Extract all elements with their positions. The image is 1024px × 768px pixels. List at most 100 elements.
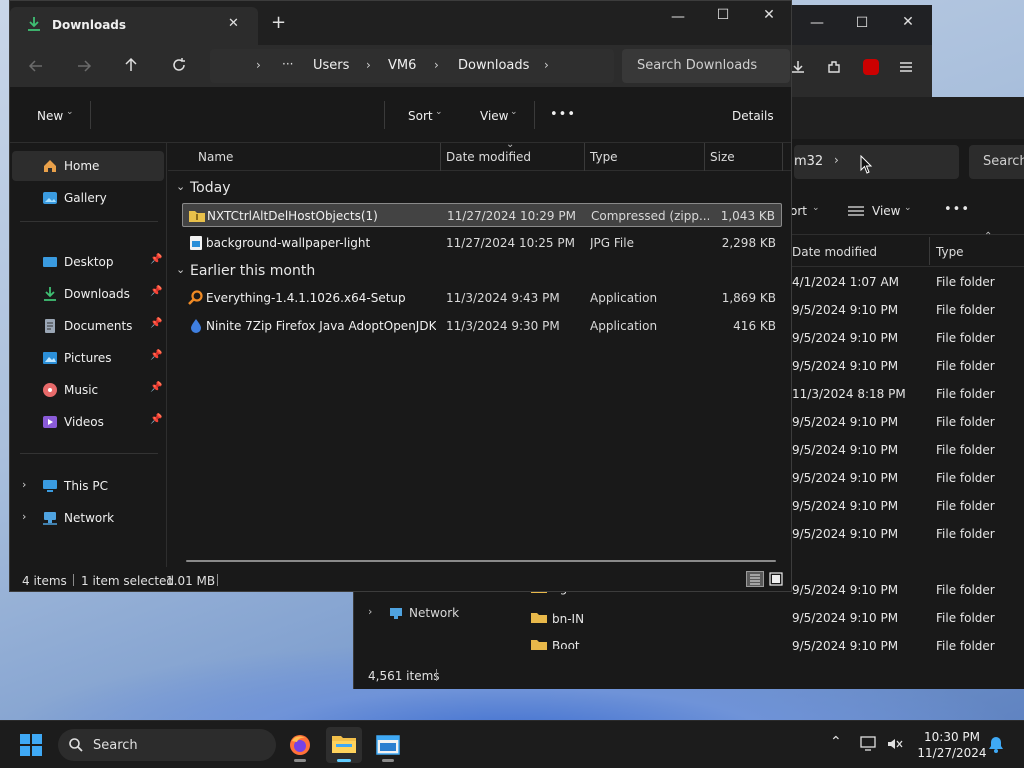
divider xyxy=(20,221,158,222)
chevron-right-icon[interactable]: › xyxy=(22,510,26,523)
forward-arrow-icon[interactable] xyxy=(76,58,92,74)
maximize-button[interactable]: ☐ xyxy=(708,7,738,23)
ublock-icon[interactable] xyxy=(863,59,879,75)
table-row[interactable]: 9/5/2024 9:10 PM File folder xyxy=(792,437,1024,465)
column-name[interactable]: Name xyxy=(198,150,233,164)
up-arrow-icon[interactable] xyxy=(123,57,139,73)
folder-name[interactable]: Boot xyxy=(552,639,580,649)
pin-icon[interactable]: 📌 xyxy=(150,254,162,265)
sort-fragment[interactable]: ort xyxy=(790,204,807,218)
file-row[interactable]: background-wallpaper-light 11/27/2024 10… xyxy=(182,231,782,255)
table-row[interactable]: 11/3/2024 8:18 PM File folder xyxy=(792,381,1024,409)
close-button[interactable]: ✕ xyxy=(754,7,784,23)
pin-icon[interactable]: 📌 xyxy=(150,286,162,297)
group-header-earlier-this-month[interactable]: Earlier this month xyxy=(190,263,315,279)
column-type[interactable]: Type xyxy=(590,150,618,164)
download-icon[interactable] xyxy=(790,59,806,75)
table-row[interactable]: 9/5/2024 9:10 PM File folder xyxy=(792,325,1024,353)
pin-icon[interactable]: 📌 xyxy=(150,318,162,329)
system32-address-bar[interactable]: m32 › xyxy=(794,145,959,179)
chevron-down-icon[interactable]: ⌄ xyxy=(176,263,185,276)
table-row[interactable]: 9/5/2024 9:10 PM File folder xyxy=(792,633,1024,661)
table-row[interactable]: 9/5/2024 9:10 PM File folder xyxy=(792,409,1024,437)
nav-pictures[interactable]: Pictures 📌 xyxy=(12,343,164,373)
nav-gallery[interactable]: Gallery xyxy=(12,183,164,213)
pin-icon[interactable]: 📌 xyxy=(150,382,162,393)
nav-desktop[interactable]: Desktop 📌 xyxy=(12,247,164,277)
taskbar-firefox[interactable] xyxy=(282,727,318,763)
breadcrumb-users[interactable]: Users xyxy=(313,58,349,73)
system32-search-box[interactable]: Search xyxy=(969,145,1024,179)
search-box[interactable]: Search Downloads xyxy=(622,49,790,83)
jpg-file-icon xyxy=(190,236,202,250)
table-row[interactable]: 4/1/2024 1:07 AM File folder xyxy=(792,269,1024,297)
view-button[interactable]: View xyxy=(872,204,900,218)
chevron-up-icon[interactable]: ⌃ xyxy=(830,734,842,750)
column-date-modified[interactable]: Date modified xyxy=(792,245,877,259)
chevron-right-icon[interactable]: › xyxy=(368,605,372,618)
extensions-icon[interactable] xyxy=(826,59,842,75)
view-button[interactable]: View xyxy=(480,109,508,123)
horizontal-scrollbar[interactable] xyxy=(186,560,776,562)
close-tab-icon[interactable]: ✕ xyxy=(228,16,239,31)
more-options-button[interactable]: ••• xyxy=(944,202,970,217)
nav-documents[interactable]: Documents 📌 xyxy=(12,311,164,341)
file-row[interactable]: NXTCtrlAltDelHostObjects(1) 11/27/2024 1… xyxy=(182,203,782,227)
volume-muted-icon[interactable] xyxy=(886,736,904,752)
clock-time[interactable]: 10:30 PM xyxy=(920,730,984,744)
table-row[interactable]: 9/5/2024 9:10 PM File folder xyxy=(792,297,1024,325)
taskbar-window-app[interactable] xyxy=(370,727,406,763)
clock-date[interactable]: 11/27/2024 xyxy=(916,746,988,760)
pin-icon[interactable]: 📌 xyxy=(150,414,162,425)
new-button[interactable]: New xyxy=(37,109,63,123)
table-row[interactable]: 9/5/2024 9:10 PM File folder xyxy=(792,493,1024,521)
new-tab-button[interactable]: + xyxy=(271,12,286,33)
breadcrumb-downloads[interactable]: Downloads xyxy=(458,58,529,73)
table-row[interactable]: 9/5/2024 9:10 PM File folder xyxy=(792,605,1024,633)
folder-name[interactable]: bn-IN xyxy=(552,612,584,626)
menu-icon[interactable] xyxy=(898,59,914,75)
browser-maximize-button[interactable]: ☐ xyxy=(847,15,877,31)
mouse-cursor-icon xyxy=(860,155,873,174)
network-tray-icon[interactable] xyxy=(860,736,878,752)
column-type[interactable]: Type xyxy=(936,245,964,259)
tiles-view-toggle[interactable] xyxy=(768,571,784,587)
nav-network-label[interactable]: Network xyxy=(409,606,459,620)
start-windows-icon[interactable] xyxy=(20,734,42,756)
details-view-toggle[interactable] xyxy=(746,571,764,587)
table-row[interactable]: 9/5/2024 9:10 PM File folder xyxy=(792,577,1024,605)
nav-this-pc[interactable]: › This PC xyxy=(12,471,164,501)
taskbar-search-box[interactable]: Search xyxy=(58,729,276,761)
file-row[interactable]: Everything-1.4.1.1026.x64-Setup 11/3/202… xyxy=(182,286,782,310)
table-row[interactable]: 9/5/2024 9:10 PM File folder xyxy=(792,465,1024,493)
address-bar[interactable]: › ··· Users › VM6 › Downloads › xyxy=(210,49,614,83)
group-header-today[interactable]: Today xyxy=(190,180,231,196)
file-row[interactable]: Ninite 7Zip Firefox Java AdoptOpenJDK x.… xyxy=(182,314,782,338)
breadcrumb-overflow-button[interactable]: ··· xyxy=(282,57,293,71)
sort-button[interactable]: Sort xyxy=(408,109,433,123)
column-size[interactable]: Size xyxy=(710,150,735,164)
table-row[interactable]: 9/5/2024 9:10 PM File folder xyxy=(792,521,1024,549)
notification-bell-icon[interactable] xyxy=(988,736,1004,754)
taskbar-file-explorer[interactable] xyxy=(326,727,362,763)
nav-music[interactable]: Music 📌 xyxy=(12,375,164,405)
nav-network[interactable]: › Network xyxy=(12,503,164,533)
details-pane-button[interactable]: Details xyxy=(732,109,774,123)
column-date-modified[interactable]: Date modified xyxy=(446,150,531,164)
minimize-button[interactable]: — xyxy=(663,9,693,25)
chevron-right-icon[interactable]: › xyxy=(22,478,26,491)
browser-minimize-button[interactable]: — xyxy=(802,15,832,31)
more-options-button[interactable]: ••• xyxy=(550,107,576,122)
pin-icon[interactable]: 📌 xyxy=(150,350,162,361)
nav-home[interactable]: Home xyxy=(12,151,164,181)
back-arrow-icon[interactable] xyxy=(28,58,44,74)
browser-close-button[interactable]: ✕ xyxy=(893,14,923,30)
refresh-icon[interactable] xyxy=(171,57,187,73)
tab-downloads[interactable]: Downloads ✕ xyxy=(10,7,258,45)
chevron-down-icon[interactable]: ⌄ xyxy=(176,180,185,193)
nav-videos[interactable]: Videos 📌 xyxy=(12,407,164,437)
breadcrumb-vm6[interactable]: VM6 xyxy=(388,58,416,73)
table-row[interactable]: 9/5/2024 9:10 PM File folder xyxy=(792,353,1024,381)
chevron-right-icon[interactable]: › xyxy=(544,58,549,72)
nav-downloads[interactable]: Downloads 📌 xyxy=(12,279,164,309)
